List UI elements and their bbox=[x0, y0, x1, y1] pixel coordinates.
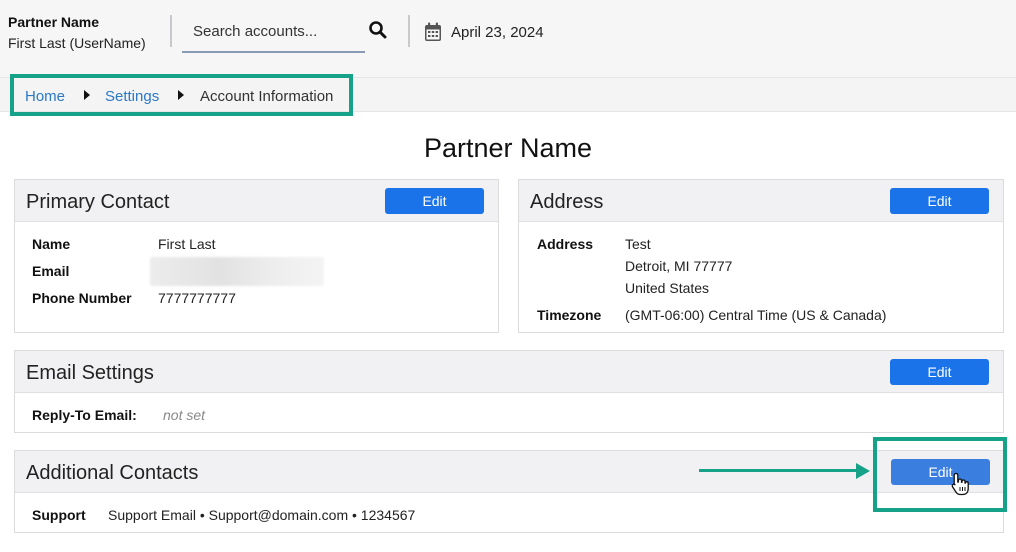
partner-name: Partner Name bbox=[8, 14, 100, 30]
timezone-label: Timezone bbox=[537, 307, 602, 323]
card-title: Primary Contact bbox=[26, 191, 170, 213]
email-settings-card: Email Settings Edit Reply-To Email: not … bbox=[14, 350, 1004, 433]
breadcrumb-highlight-box bbox=[10, 74, 353, 116]
user-label: First Last (UserName) bbox=[8, 35, 146, 51]
address-line-2: Detroit, MI 77777 bbox=[625, 258, 733, 274]
email-label: Email bbox=[32, 263, 70, 279]
top-header: Partner Name First Last (UserName) April… bbox=[0, 0, 1016, 78]
page-title: Partner Name bbox=[423, 133, 593, 163]
edit-primary-contact-button[interactable]: Edit bbox=[385, 188, 484, 214]
calendar-icon bbox=[425, 22, 441, 41]
hand-pointer-icon bbox=[951, 472, 969, 496]
address-line-1: Test bbox=[625, 236, 651, 252]
card-header: Additional Contacts bbox=[15, 451, 1003, 493]
card-title: Email Settings bbox=[26, 362, 154, 384]
current-date: April 23, 2024 bbox=[451, 24, 544, 41]
name-label: Name bbox=[32, 236, 71, 252]
user-block[interactable]: Partner Name First Last (UserName) bbox=[8, 14, 146, 51]
address-card: Address Edit Address Test Detroit, MI 77… bbox=[518, 179, 1004, 333]
search-input[interactable] bbox=[182, 12, 347, 51]
card-title: Additional Contacts bbox=[26, 462, 199, 484]
card-header: Email Settings bbox=[15, 351, 1003, 393]
header-divider bbox=[170, 15, 172, 47]
address-line-3: United States bbox=[625, 280, 710, 296]
edit-email-settings-button[interactable]: Edit bbox=[890, 359, 989, 385]
redacted-email bbox=[150, 257, 324, 286]
phone-value: 7777777777 bbox=[158, 290, 236, 306]
phone-label: Phone Number bbox=[32, 290, 132, 306]
card-title: Address bbox=[530, 191, 604, 213]
reply-to-label: Reply-To Email: bbox=[32, 407, 137, 423]
address-label: Address bbox=[537, 236, 594, 252]
reply-to-value: not set bbox=[163, 407, 206, 423]
name-value: First Last bbox=[158, 236, 216, 252]
header-divider bbox=[408, 15, 410, 47]
search-box bbox=[182, 12, 365, 53]
support-label: Support bbox=[32, 507, 86, 523]
search-icon[interactable] bbox=[368, 20, 388, 40]
edit-address-button[interactable]: Edit bbox=[890, 188, 989, 214]
edit-highlight-box bbox=[873, 437, 1007, 512]
callout-arrow bbox=[699, 469, 859, 472]
timezone-value: (GMT-06:00) Central Time (US & Canada) bbox=[625, 307, 887, 323]
callout-arrow-head bbox=[856, 463, 870, 479]
primary-contact-card: Primary Contact Edit Name First Last Ema… bbox=[14, 179, 499, 333]
support-value: Support Email • Support@domain.com • 123… bbox=[108, 507, 416, 523]
